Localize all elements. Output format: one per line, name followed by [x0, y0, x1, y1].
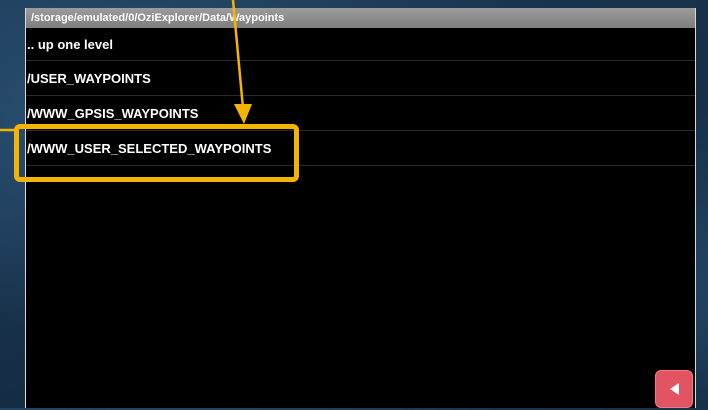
list-item-user-waypoints[interactable]: /USER_WAYPOINTS — [26, 61, 695, 96]
list-item-up-one-level[interactable]: .. up one level — [26, 28, 695, 61]
current-path: /storage/emulated/0/OziExplorer/Data/Way… — [26, 8, 695, 28]
back-triangle-icon — [669, 383, 679, 395]
back-button[interactable] — [655, 370, 693, 408]
list-item-www-gpsis-waypoints[interactable]: /WWW_GPSIS_WAYPOINTS — [26, 96, 695, 131]
file-browser-panel: /storage/emulated/0/OziExplorer/Data/Way… — [25, 8, 696, 408]
list-item-www-user-selected-waypoints[interactable]: /WWW_USER_SELECTED_WAYPOINTS — [26, 131, 695, 166]
